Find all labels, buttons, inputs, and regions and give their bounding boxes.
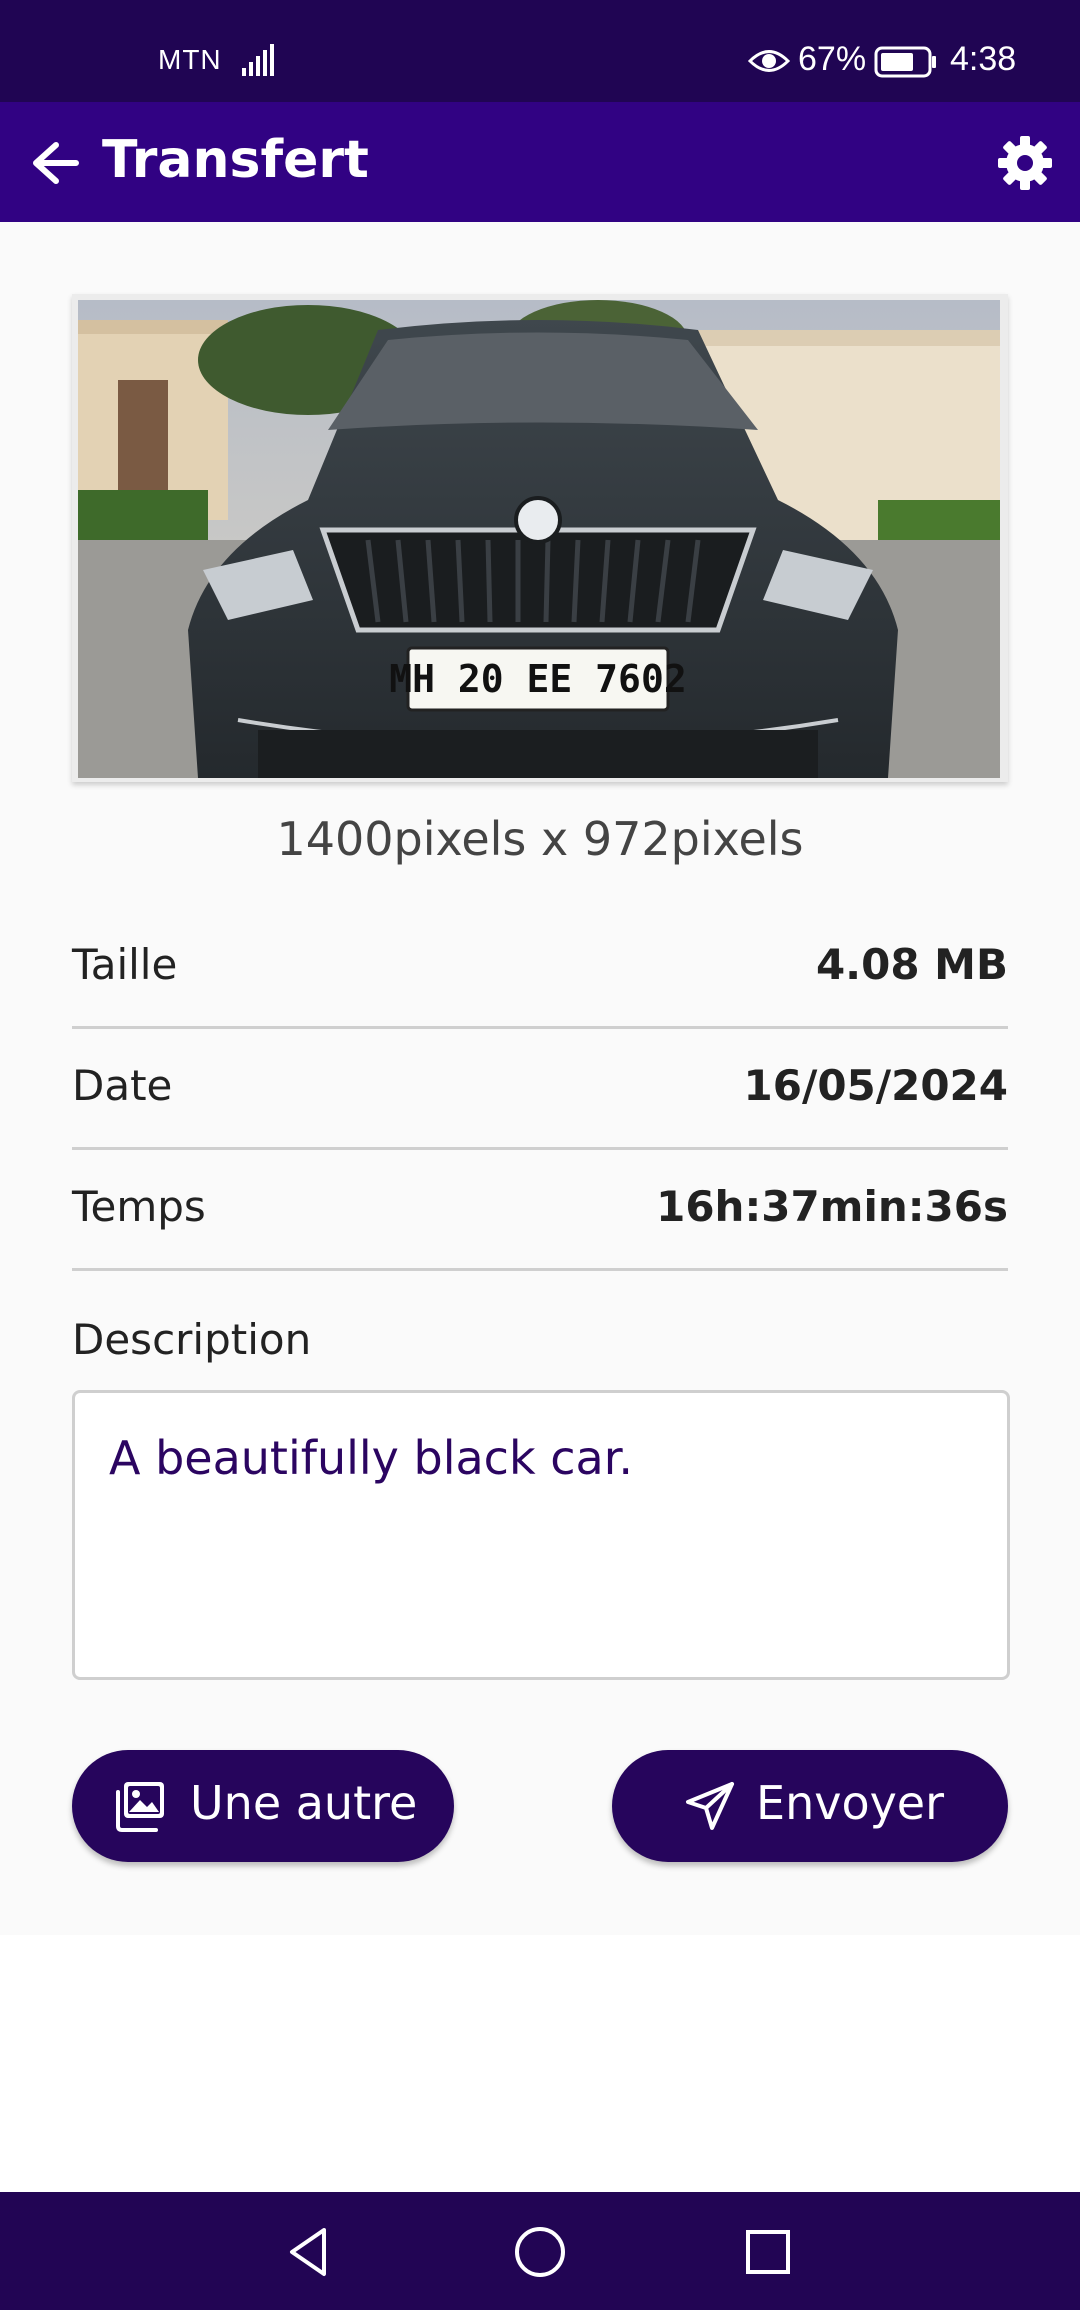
car-photo: MH 20 EE 7602: [78, 300, 1000, 778]
license-plate-text: MH 20 EE 7602: [389, 657, 686, 701]
recents-square-icon[interactable]: [738, 2222, 798, 2282]
arrow-left-icon[interactable]: [26, 138, 82, 188]
description-text: A beautifully black car.: [109, 1431, 634, 1485]
gear-icon[interactable]: [996, 134, 1054, 192]
system-nav-bar: [0, 2192, 1080, 2310]
signal-icon: [242, 44, 274, 76]
battery-icon: [874, 46, 936, 78]
send-button-label: Envoyer: [756, 1776, 945, 1830]
date-label: Date: [72, 1061, 173, 1110]
time-label: Temps: [72, 1182, 206, 1231]
time-value: 16h:37min:36s: [656, 1182, 1008, 1231]
battery-percentage: 67%: [798, 40, 867, 78]
images-icon: [116, 1782, 164, 1832]
detail-row-date: Date 16/05/2024: [72, 1027, 1008, 1150]
another-button-label: Une autre: [190, 1776, 418, 1830]
size-label: Taille: [72, 940, 178, 989]
description-label: Description: [72, 1315, 312, 1364]
detail-row-time: Temps 16h:37min:36s: [72, 1148, 1008, 1271]
app-bar: Transfert: [0, 102, 1080, 222]
another-image-button[interactable]: Une autre: [72, 1750, 454, 1862]
image-dimensions: 1400pixels x 972pixels: [276, 812, 804, 866]
image-preview-card: MH 20 EE 7602: [72, 294, 1008, 782]
clock: 4:38: [950, 40, 1017, 78]
paper-plane-icon: [686, 1782, 734, 1830]
date-value: 16/05/2024: [743, 1061, 1008, 1110]
status-bar: MTN 67% 4:38: [0, 0, 1080, 102]
description-field[interactable]: A beautifully black car.: [72, 1390, 1010, 1680]
page-title: Transfert: [102, 130, 369, 190]
transfer-content: MH 20 EE 7602 1400pixels x 972pixels Tai…: [0, 222, 1080, 1935]
carrier-label: MTN: [158, 44, 222, 75]
detail-row-size: Taille 4.08 MB: [72, 906, 1008, 1029]
size-value: 4.08 MB: [815, 940, 1008, 989]
back-triangle-icon[interactable]: [280, 2222, 340, 2282]
eye-icon: [748, 50, 790, 72]
send-button[interactable]: Envoyer: [612, 1750, 1008, 1862]
home-circle-icon[interactable]: [510, 2222, 570, 2282]
